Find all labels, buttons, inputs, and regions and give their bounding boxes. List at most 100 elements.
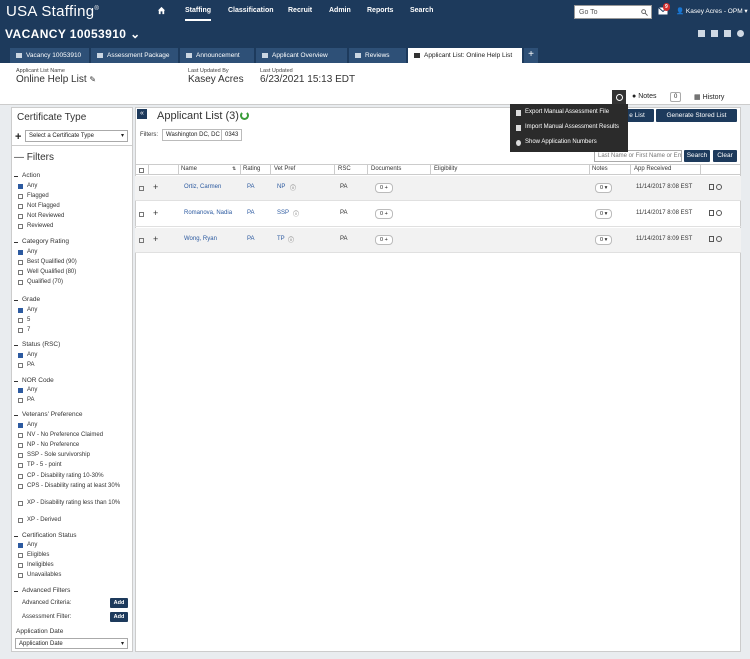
collapse-icon[interactable] [14, 176, 18, 177]
checkbox[interactable] [18, 398, 23, 403]
nav-classification[interactable]: Classification [228, 7, 274, 14]
nav-reports[interactable]: Reports [367, 7, 393, 14]
filter-option[interactable]: Any [18, 183, 37, 189]
rating-cell[interactable]: PA [247, 236, 255, 242]
vacancy-title[interactable]: VACANCY 10053910 ⌄ [5, 27, 141, 41]
tab-applicant-list[interactable]: Applicant List: Online Help List [408, 48, 523, 63]
filter-option[interactable]: CPS - Disability rating at least 30% [18, 483, 126, 489]
checkbox[interactable] [18, 553, 23, 558]
review-check-icon[interactable] [716, 210, 722, 216]
checkbox[interactable] [18, 423, 23, 428]
review-check-icon[interactable] [716, 184, 722, 190]
row-checkbox[interactable] [139, 212, 144, 217]
menu-export-manual-assessment[interactable]: Export Manual Assessment File [510, 106, 628, 121]
filter-option[interactable]: PA [18, 362, 35, 368]
filter-option[interactable]: Ineligibles [18, 562, 54, 568]
checkbox[interactable] [18, 270, 23, 275]
filter-option[interactable]: Any [18, 307, 37, 313]
filter-option[interactable]: NP - No Preference [18, 442, 79, 448]
application-date-select[interactable]: Application Date ▾ [15, 638, 128, 649]
vet-pref-cell[interactable]: SSP [277, 210, 289, 216]
row-checkbox[interactable] [139, 186, 144, 191]
collapse-icon[interactable] [14, 591, 18, 592]
checkbox[interactable] [18, 194, 23, 199]
goto-input[interactable]: Go To [574, 5, 652, 19]
flag-icon[interactable] [709, 184, 714, 190]
generate-stored-list-button[interactable]: Generate Stored List [656, 109, 737, 122]
checkbox[interactable] [18, 214, 23, 219]
column-header-vet-pref[interactable]: Vet Pref [274, 166, 295, 172]
home-icon[interactable] [157, 6, 166, 15]
filter-option[interactable]: Best Qualified (90) [18, 259, 77, 265]
collapse-icon[interactable] [14, 345, 18, 346]
tab-reviews[interactable]: Reviews [349, 48, 407, 63]
filter-option[interactable]: Any [18, 352, 37, 358]
checkbox[interactable] [18, 388, 23, 393]
row-checkbox[interactable] [139, 238, 144, 243]
info-icon[interactable]: ⓘ [290, 183, 296, 192]
refresh-icon[interactable] [240, 111, 249, 120]
filter-option[interactable]: NV - No Preference Claimed [18, 432, 103, 438]
checkbox[interactable] [18, 453, 23, 458]
checkbox[interactable] [18, 353, 23, 358]
documents-count-button[interactable]: 0 + [375, 235, 393, 245]
filter-option[interactable]: SSP - Sole survivorship [18, 452, 90, 458]
nav-search[interactable]: Search [410, 7, 433, 14]
rating-cell[interactable]: PA [247, 184, 255, 190]
flag-icon[interactable] [709, 210, 714, 216]
sort-icon[interactable]: ⇅ [232, 166, 236, 172]
filter-option[interactable]: Eligibles [18, 552, 49, 558]
vet-pref-cell[interactable]: NP [277, 184, 285, 190]
filter-option[interactable]: Not Reviewed [18, 213, 64, 219]
column-header-name[interactable]: Name [181, 166, 197, 172]
rating-cell[interactable]: PA [247, 210, 255, 216]
filter-option[interactable]: Well Qualified (80) [18, 269, 76, 275]
help-icon[interactable] [737, 30, 744, 37]
filter-option[interactable]: Any [18, 387, 37, 393]
column-header-notes[interactable]: Notes [592, 166, 608, 172]
expand-row-icon[interactable]: + [153, 234, 158, 244]
filter-option[interactable]: CP - Disability rating 10-30% [18, 473, 104, 479]
tab-vacancy[interactable]: Vacancy 10053910 [10, 48, 90, 63]
checkbox[interactable] [18, 563, 23, 568]
filter-option[interactable]: Reviewed [18, 223, 53, 229]
notes-dropdown[interactable]: 0 ▾ [595, 235, 613, 245]
tab-applicant-overview[interactable]: Applicant Overview [256, 48, 348, 63]
add-assessment-filter-button[interactable]: Add [110, 612, 128, 622]
add-tab-button[interactable]: + [524, 48, 538, 63]
checkbox[interactable] [18, 433, 23, 438]
certificate-type-select[interactable]: Select a Certificate Type ▾ [25, 130, 128, 142]
applicant-name-link[interactable]: Wong, Ryan [184, 236, 217, 242]
expand-row-icon[interactable]: + [153, 182, 158, 192]
filter-option[interactable]: Flagged [18, 193, 49, 199]
clear-button[interactable]: Clear [713, 150, 737, 162]
select-all-checkbox[interactable] [139, 168, 144, 173]
applicant-name-link[interactable]: Romanova, Nadia [184, 210, 232, 216]
applicant-name-link[interactable]: Ortiz, Carmen [184, 184, 221, 190]
folder-icon[interactable] [711, 30, 718, 37]
print-icon[interactable] [724, 30, 731, 37]
vet-pref-cell[interactable]: TP [277, 236, 285, 242]
checkbox[interactable] [18, 328, 23, 333]
filter-option[interactable]: Any [18, 249, 37, 255]
tab-announcement[interactable]: Announcement [180, 48, 255, 63]
collapse-icon[interactable] [14, 536, 18, 537]
logo[interactable]: USA Staffing® [6, 3, 99, 20]
filter-option[interactable]: XP - Derived [18, 517, 61, 523]
checkbox[interactable] [18, 318, 23, 323]
filter-option[interactable]: XP - Disability rating less than 10% [18, 500, 126, 506]
filter-option[interactable]: 7 [18, 327, 30, 333]
collapse-icon[interactable] [14, 300, 18, 301]
filter-option[interactable]: Any [18, 542, 37, 548]
info-icon[interactable]: ⓘ [288, 235, 294, 244]
checkbox[interactable] [18, 484, 23, 489]
checkbox[interactable] [18, 224, 23, 229]
column-header-rating[interactable]: Rating [243, 166, 260, 172]
checkbox[interactable] [18, 308, 23, 313]
flag-icon[interactable] [709, 236, 714, 242]
notes-dropdown[interactable]: 0 ▾ [595, 209, 613, 219]
filter-option[interactable]: Qualified (70) [18, 279, 63, 285]
filter-option[interactable]: Any [18, 422, 37, 428]
checkbox[interactable] [18, 573, 23, 578]
checkbox[interactable] [18, 443, 23, 448]
